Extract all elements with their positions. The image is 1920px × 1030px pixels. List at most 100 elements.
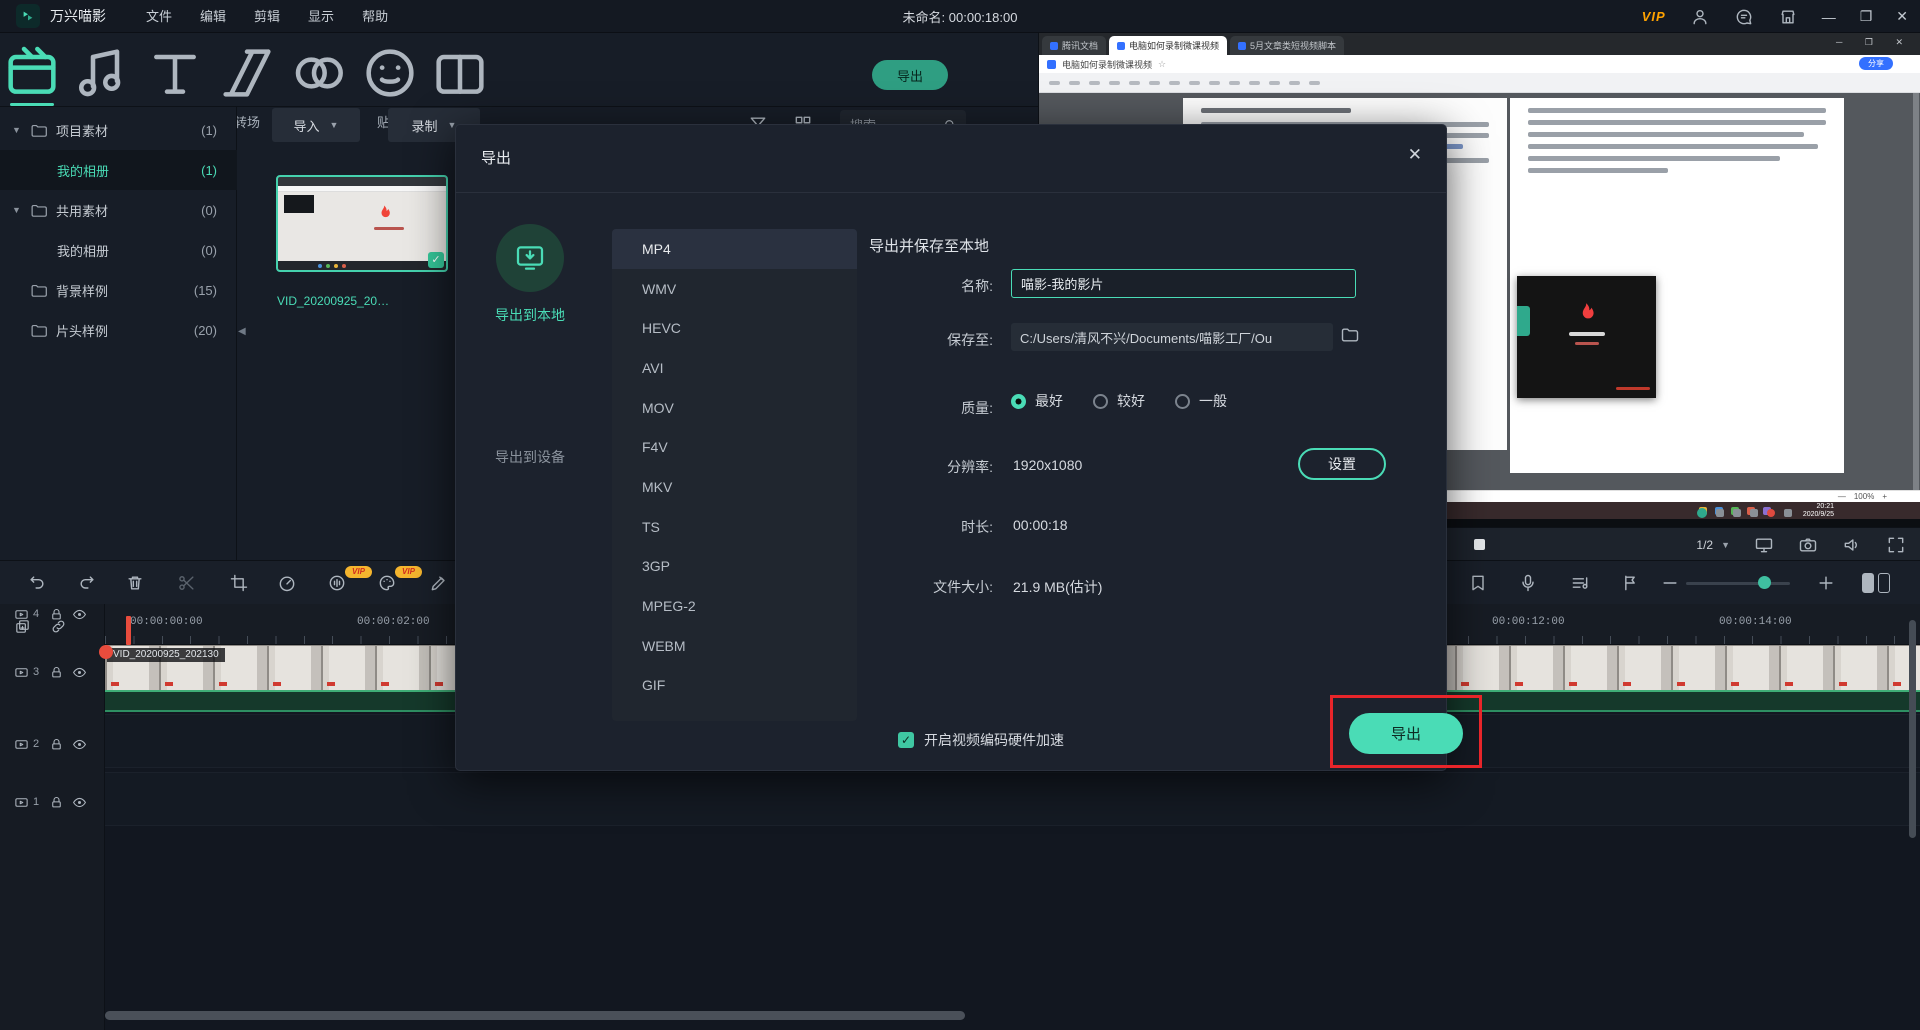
hw-accel-checkbox[interactable]: ✓: [898, 732, 914, 748]
store-icon[interactable]: [1778, 7, 1798, 27]
voiceover-mic-icon[interactable]: [1518, 573, 1538, 593]
import-button[interactable]: 导入▼: [272, 108, 360, 142]
split-screen-icon: [428, 41, 492, 105]
minimize-button[interactable]: —: [1822, 9, 1836, 25]
format-item-mpeg2[interactable]: MPEG-2: [612, 586, 857, 626]
menu-clip[interactable]: 剪辑: [240, 0, 294, 33]
preview-quality-dropdown[interactable]: 1/2▼: [1696, 538, 1730, 552]
export-to-local-label[interactable]: 导出到本地: [456, 305, 604, 325]
feedback-icon[interactable]: [1734, 7, 1754, 27]
lock-icon[interactable]: [49, 795, 64, 810]
eye-icon[interactable]: [72, 795, 87, 810]
volume-speaker-icon[interactable]: [1842, 535, 1862, 555]
vip-badge[interactable]: VIP: [1642, 9, 1666, 24]
audio-mixer-icon[interactable]: [1570, 573, 1590, 593]
panel-layout-toggle-icon[interactable]: [1862, 573, 1890, 593]
sidebar-item-intro-samples[interactable]: 片头样例 (20): [0, 310, 237, 350]
redo-icon[interactable]: [77, 573, 97, 593]
horizontal-scrollbar[interactable]: [105, 1011, 965, 1020]
stop-icon[interactable]: [1474, 539, 1485, 550]
format-item-gif[interactable]: GIF: [612, 666, 857, 706]
color-palette-icon[interactable]: [377, 573, 397, 593]
collapse-panel-arrow[interactable]: ◀: [238, 326, 246, 337]
red-caption-line: [1616, 387, 1650, 390]
track-lane-1[interactable]: [105, 772, 1920, 826]
zoom-slider-handle[interactable]: [1758, 576, 1771, 589]
playhead[interactable]: [126, 616, 131, 645]
lock-icon[interactable]: [49, 665, 64, 680]
quality-radio-group: 最好 较好 一般: [1011, 391, 1227, 411]
zoom-in-plus-icon[interactable]: [1816, 573, 1836, 593]
radio-normal[interactable]: 一般: [1175, 391, 1227, 411]
render-badge-icon[interactable]: [1468, 573, 1488, 593]
export-to-device-label[interactable]: 导出到设备: [456, 447, 604, 467]
radio-best[interactable]: 最好: [1011, 391, 1063, 411]
vip-badge: VIP: [345, 566, 372, 578]
audio-denoise-icon[interactable]: [327, 573, 347, 593]
track-header-4[interactable]: 4: [0, 604, 105, 624]
speed-icon[interactable]: [277, 573, 297, 593]
browse-folder-icon[interactable]: [1340, 325, 1360, 345]
lock-icon[interactable]: [49, 737, 64, 752]
delete-trash-icon[interactable]: [125, 573, 145, 593]
format-item-f4v[interactable]: F4V: [612, 427, 857, 467]
track-header-3[interactable]: 3: [0, 662, 105, 682]
format-item-mov[interactable]: MOV: [612, 388, 857, 428]
marker-icon[interactable]: [1620, 573, 1640, 593]
format-item-avi[interactable]: AVI: [612, 348, 857, 388]
media-clip-name[interactable]: VID_20200925_20…: [277, 294, 449, 308]
export-to-local-tab[interactable]: [496, 224, 564, 292]
media-clip-thumbnail[interactable]: ✓: [276, 175, 448, 272]
crop-icon[interactable]: [229, 573, 249, 593]
format-item-wmv[interactable]: WMV: [612, 269, 857, 309]
fullscreen-expand-icon[interactable]: [1886, 535, 1906, 555]
track-header-1[interactable]: 1: [0, 792, 105, 812]
export-toolbar-button[interactable]: 导出: [872, 60, 948, 90]
expand-arrow-icon[interactable]: ▼: [12, 125, 22, 135]
eyedropper-pen-icon[interactable]: [429, 573, 449, 593]
doc-icon: [1047, 60, 1056, 69]
vertical-scrollbar[interactable]: [1909, 620, 1916, 838]
sidebar-item-my-album-shared[interactable]: 我的相册 (0): [0, 230, 237, 270]
menu-help[interactable]: 帮助: [348, 0, 402, 33]
track-header-2[interactable]: 2: [0, 734, 105, 754]
format-item-mkv[interactable]: MKV: [612, 467, 857, 507]
dialog-close-icon[interactable]: ✕: [1408, 145, 1422, 165]
snapshot-camera-icon[interactable]: [1798, 535, 1818, 555]
lock-icon[interactable]: [49, 607, 64, 622]
format-item-hevc[interactable]: HEVC: [612, 308, 857, 348]
clip-name-label: VID_20200925_202130: [107, 648, 225, 662]
vip-badge: VIP: [395, 566, 422, 578]
split-scissors-icon[interactable]: [177, 573, 197, 593]
zoom-out-minus-icon[interactable]: [1660, 573, 1680, 593]
transition-icon: [215, 41, 279, 105]
menu-file[interactable]: 文件: [132, 0, 186, 33]
expand-arrow-icon[interactable]: ▼: [12, 205, 22, 215]
format-item-mp4[interactable]: MP4: [612, 229, 857, 269]
sidebar-item-background-samples[interactable]: 背景样例 (15): [0, 270, 237, 310]
quality-label: 质量:: [869, 398, 993, 418]
undo-icon[interactable]: [27, 573, 47, 593]
display-monitor-icon[interactable]: [1754, 535, 1774, 555]
save-path-field[interactable]: [1011, 323, 1333, 351]
clip-marker-dot[interactable]: [99, 645, 113, 659]
sidebar-item-my-album[interactable]: 我的相册 (1): [0, 150, 237, 190]
sidebar-item-project-media[interactable]: ▼ 项目素材 (1): [0, 110, 237, 150]
eye-icon[interactable]: [72, 737, 87, 752]
media-icon: [0, 41, 64, 105]
timeline-zoom-slider[interactable]: [1686, 582, 1790, 585]
radio-better[interactable]: 较好: [1093, 391, 1145, 411]
restore-button[interactable]: ❐: [1860, 8, 1873, 25]
eye-icon[interactable]: [72, 607, 87, 622]
close-button[interactable]: ✕: [1896, 8, 1908, 25]
name-field[interactable]: [1011, 269, 1356, 298]
format-item-webm[interactable]: WEBM: [612, 626, 857, 666]
settings-button[interactable]: 设置: [1298, 448, 1386, 480]
menu-view[interactable]: 显示: [294, 0, 348, 33]
eye-icon[interactable]: [72, 665, 87, 680]
format-item-ts[interactable]: TS: [612, 507, 857, 547]
format-item-3gp[interactable]: 3GP: [612, 547, 857, 587]
menu-edit[interactable]: 编辑: [186, 0, 240, 33]
account-icon[interactable]: [1690, 7, 1710, 27]
sidebar-item-shared-media[interactable]: ▼ 共用素材 (0): [0, 190, 237, 230]
